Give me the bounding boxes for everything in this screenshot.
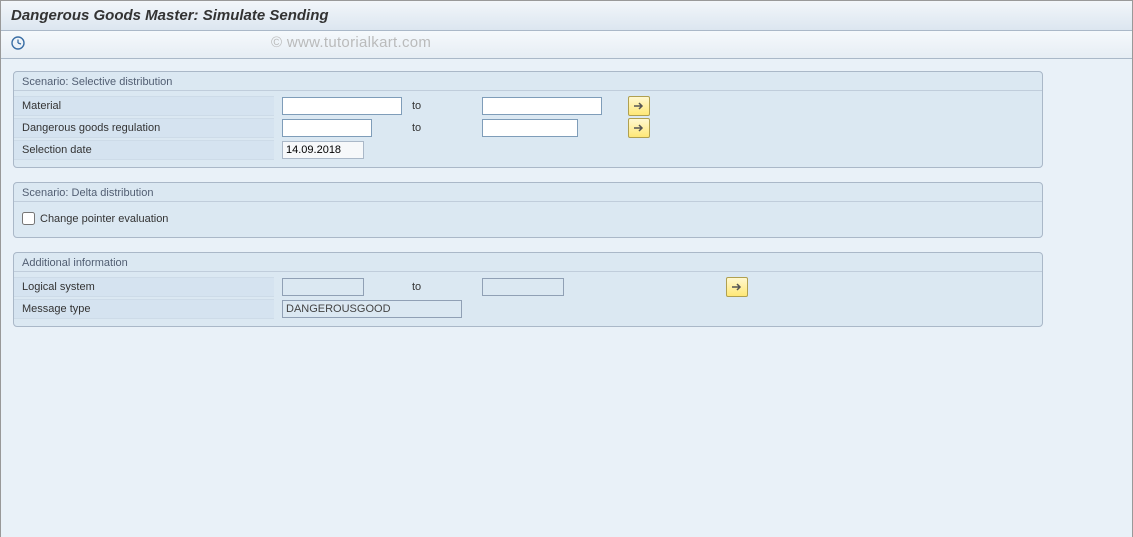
page-title: Dangerous Goods Master: Simulate Sending	[11, 7, 329, 24]
row-selection-date: Selection date	[14, 139, 1042, 161]
regulation-to-label: to	[412, 122, 421, 134]
row-regulation: Dangerous goods regulation to	[14, 117, 1042, 139]
arrow-right-icon	[633, 123, 645, 133]
message-type-input[interactable]	[282, 300, 462, 318]
logical-system-to-label: to	[412, 281, 421, 293]
row-material: Material to	[14, 95, 1042, 117]
material-multiselect-button[interactable]	[628, 96, 650, 116]
label-material: Material	[14, 96, 274, 116]
label-change-pointer: Change pointer evaluation	[40, 213, 168, 225]
header-bar: Dangerous Goods Master: Simulate Sending	[1, 1, 1132, 31]
group-header-additional: Additional information	[14, 253, 1042, 272]
row-message-type: Message type	[14, 298, 1042, 320]
group-selective-distribution: Scenario: Selective distribution Materia…	[13, 71, 1043, 168]
change-pointer-checkbox[interactable]	[22, 212, 35, 225]
content-area: Scenario: Selective distribution Materia…	[1, 59, 1132, 537]
label-regulation: Dangerous goods regulation	[14, 118, 274, 138]
group-delta-distribution: Scenario: Delta distribution Change poin…	[13, 182, 1043, 238]
regulation-from-input[interactable]	[282, 119, 372, 137]
group-additional-info: Additional information Logical system to	[13, 252, 1043, 327]
regulation-to-input[interactable]	[482, 119, 578, 137]
material-to-label: to	[412, 100, 421, 112]
arrow-right-icon	[731, 282, 743, 292]
watermark-text: © www.tutorialkart.com	[271, 34, 431, 51]
regulation-multiselect-button[interactable]	[628, 118, 650, 138]
logical-system-multiselect-button[interactable]	[726, 277, 748, 297]
row-logical-system: Logical system to	[14, 276, 1042, 298]
selection-date-input[interactable]	[282, 141, 364, 159]
row-change-pointer: Change pointer evaluation	[14, 206, 1042, 231]
arrow-right-icon	[633, 101, 645, 111]
group-header-selective: Scenario: Selective distribution	[14, 72, 1042, 91]
material-to-input[interactable]	[482, 97, 602, 115]
logical-system-from-input[interactable]	[282, 278, 364, 296]
label-logical-system: Logical system	[14, 277, 274, 297]
group-header-delta: Scenario: Delta distribution	[14, 183, 1042, 202]
execute-icon[interactable]	[9, 34, 27, 52]
label-message-type: Message type	[14, 299, 274, 319]
logical-system-to-input[interactable]	[482, 278, 564, 296]
toolbar: © www.tutorialkart.com	[1, 31, 1132, 59]
material-from-input[interactable]	[282, 97, 402, 115]
label-selection-date: Selection date	[14, 140, 274, 160]
